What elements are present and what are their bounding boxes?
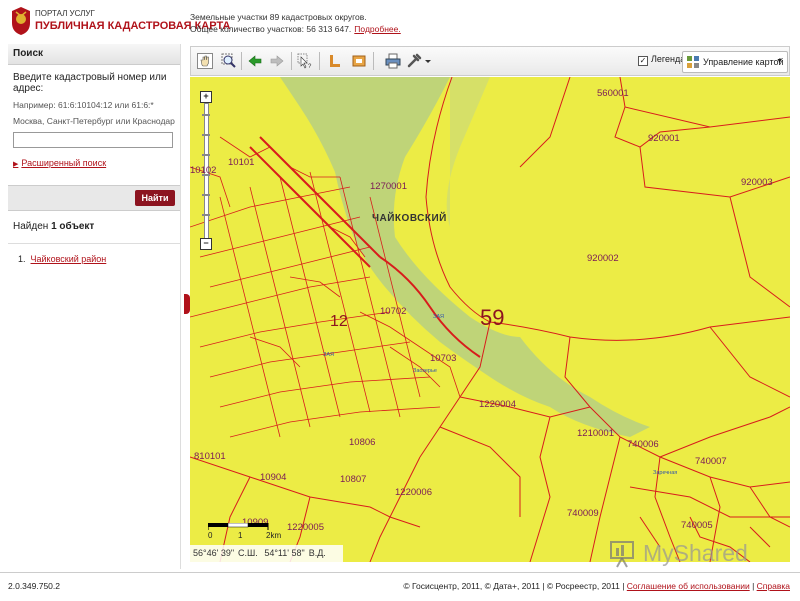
search-panel: Введите кадастровый номер или адрес: Нап… <box>8 65 180 175</box>
watermark-text: MyShared <box>643 540 748 566</box>
agreement-link[interactable]: Соглашение об использовании <box>627 581 750 591</box>
map-small-label: ЗАЯ <box>433 314 444 320</box>
parcel-label: 920001 <box>648 133 680 144</box>
tools-icon[interactable] <box>405 51 433 71</box>
triangle-right-icon: ▶ <box>13 161 19 168</box>
find-bar: Найти <box>8 185 180 211</box>
longitude: 54°11' 58" <box>264 548 305 558</box>
search-sidebar: Поиск Введите кадастровый номер или адре… <box>8 44 181 569</box>
result-index: 1. <box>18 254 26 264</box>
search-hint-cities: Москва, Санкт-Петербург или Краснодар <box>13 116 175 126</box>
footer-separator: | <box>749 581 757 591</box>
search-input[interactable] <box>13 132 173 148</box>
parcel-label: 920003 <box>741 177 773 188</box>
parcel-label: 920002 <box>587 253 619 264</box>
parcel-label: 1270001 <box>370 181 407 192</box>
legend-checkbox[interactable]: ✓ <box>638 56 648 66</box>
list-item: 1. Чайковский район <box>18 254 170 264</box>
identify-icon[interactable]: ? <box>295 51 315 71</box>
measure-icon[interactable] <box>325 51 345 71</box>
page-header: ПОРТАЛ УСЛУГ ПУБЛИЧНАЯ КАДАСТРОВАЯ КАРТА… <box>0 0 800 42</box>
subdistrict-number: 12 <box>330 313 348 330</box>
district-number: 59 <box>480 305 505 330</box>
zoom-out-button[interactable]: − <box>200 238 212 250</box>
longitude-hemisphere: В.Д. <box>308 548 326 558</box>
legend-toggle[interactable]: ✓ Легенда <box>638 54 686 66</box>
parcel-label: 10806 <box>349 437 376 448</box>
copyright-text: © Госисцентр, 2011, © Дата+, 2011 | © Ро… <box>403 581 627 591</box>
back-arrow-icon[interactable] <box>245 51 265 71</box>
scale-label: 2km <box>266 531 282 540</box>
copyright: © Госисцентр, 2011, © Дата+, 2011 | © Ро… <box>403 581 790 591</box>
parcel-label: 10807 <box>340 474 367 485</box>
parcel-label: 1220006 <box>395 487 432 498</box>
search-title: Введите кадастровый номер или адрес: <box>13 72 167 94</box>
coordinates-readout: 56°46' 39" С.Ш. 54°11' 58" В.Д. <box>190 545 343 562</box>
map-control-label: Управление картой <box>703 57 784 67</box>
results-list: 1. Чайковский район <box>8 244 180 274</box>
latitude-hemisphere: С.Ш. <box>238 548 258 558</box>
map-toolbar: ? ✓ Легенда Управление картой ▼ <box>190 46 790 76</box>
legend-label: Легенда <box>651 54 686 64</box>
parcel-label: 10702 <box>380 306 407 317</box>
svg-text:?: ? <box>308 64 312 69</box>
cadastral-map[interactable]: + − ЧАЙКОВСКИЙ 59 12 560001 920001 92000… <box>190 77 790 562</box>
parcel-label: 560001 <box>597 88 629 99</box>
parcel-label: 740009 <box>567 508 599 519</box>
presentation-icon <box>610 541 634 568</box>
results-header: Найден 1 объект <box>8 211 180 244</box>
russian-emblem-icon <box>12 7 30 35</box>
latitude: 56°46' 39" <box>193 548 235 558</box>
scale-bar: 0 1 2km <box>208 523 288 541</box>
map-layers-icon <box>687 56 699 68</box>
scale-label: 0 <box>208 531 213 540</box>
zoom-box-icon[interactable] <box>219 51 239 71</box>
parcel-label: 10904 <box>260 472 287 483</box>
map-small-label: ЗАЯ <box>323 352 334 358</box>
more-info-link[interactable]: Подробнее. <box>354 24 400 34</box>
results-prefix: Найден <box>13 221 52 232</box>
scale-label: 1 <box>238 531 243 540</box>
map-control-dropdown[interactable]: Управление картой ▼ <box>682 51 788 73</box>
version-number: 2.0.349.750.2 <box>8 581 60 591</box>
map-small-label: Заречная <box>653 470 678 476</box>
parcels-info: Земельные участки 89 кадастровых округов… <box>190 12 367 22</box>
find-button[interactable]: Найти <box>135 190 175 206</box>
area-icon[interactable] <box>349 51 369 71</box>
result-link[interactable]: Чайковский район <box>31 254 107 264</box>
portal-subtitle: ПОРТАЛ УСЛУГ <box>35 9 95 18</box>
parcel-label: 1220005 <box>287 522 324 533</box>
parcel-label: 10703 <box>430 353 457 364</box>
city-label: ЧАЙКОВСКИЙ <box>372 213 447 224</box>
parcels-count-info: Общее количество участков: 56 313 647. По… <box>190 24 401 34</box>
parcel-label: 10101 <box>228 157 255 168</box>
parcel-label: 740006 <box>627 439 659 450</box>
forward-arrow-icon[interactable] <box>267 51 287 71</box>
zoom-in-button[interactable]: + <box>200 91 212 103</box>
chevron-down-icon: ▼ <box>776 58 783 65</box>
search-header: Поиск <box>8 44 180 65</box>
parcel-label: 10102 <box>190 165 217 176</box>
pan-hand-icon[interactable] <box>195 51 215 71</box>
advanced-search-label: Расширенный поиск <box>21 158 107 168</box>
parcel-label: 740005 <box>681 520 713 531</box>
parcel-label: 740007 <box>695 456 727 467</box>
advanced-search-link[interactable]: ▶ Расширенный поиск <box>13 158 175 168</box>
search-hint-example: Например: 61:6:10104:12 или 61:6:* <box>13 100 154 110</box>
results-count: 1 объект <box>51 221 95 232</box>
print-icon[interactable] <box>383 51 403 71</box>
map-small-label: Заозерье <box>413 368 437 374</box>
parcel-label: 1220004 <box>479 399 516 410</box>
watermark: MyShared <box>605 538 785 568</box>
parcel-label: 1210001 <box>577 428 614 439</box>
page-footer: 2.0.349.750.2 © Госисцентр, 2011, © Дата… <box>0 572 800 601</box>
parcel-label: 810101 <box>194 451 226 462</box>
parcels-count-text: Общее количество участков: 56 313 647. <box>190 24 352 34</box>
help-link[interactable]: Справка <box>757 581 790 591</box>
